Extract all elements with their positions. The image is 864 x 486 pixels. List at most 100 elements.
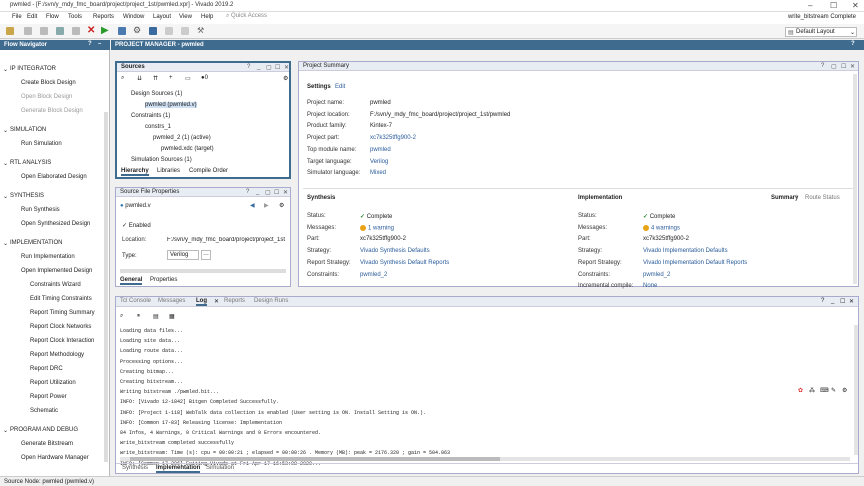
- menu-file[interactable]: File: [12, 14, 22, 20]
- tab-properties[interactable]: Properties: [150, 277, 177, 283]
- gear-icon[interactable]: ⚙: [283, 75, 288, 82]
- expand-all-icon[interactable]: ⇈: [153, 75, 158, 82]
- flow-item-report-clock-networks[interactable]: Report Clock Networks: [30, 324, 91, 330]
- settings-icon[interactable]: ⚙: [133, 25, 141, 36]
- flow-scrollbar[interactable]: [104, 112, 108, 462]
- menu-help[interactable]: Help: [201, 14, 213, 20]
- minimize-icon[interactable]: –: [808, 1, 812, 10]
- summary-value-link[interactable]: 4 warnings: [643, 224, 680, 231]
- close-icon[interactable]: ✕: [849, 298, 854, 305]
- maximize-icon[interactable]: ☐: [841, 63, 846, 70]
- flow-item-open-synthesized-design[interactable]: Open Synthesized Design: [21, 221, 90, 227]
- undo-icon[interactable]: [24, 27, 32, 35]
- chevron-down-icon[interactable]: ⌄: [3, 160, 8, 167]
- menu-edit[interactable]: Edit: [27, 14, 37, 20]
- flow-item-run-simulation[interactable]: Run Simulation: [21, 141, 62, 147]
- maximize-icon[interactable]: ☐: [275, 64, 280, 71]
- redo-icon[interactable]: [40, 27, 48, 35]
- punctuation-icon[interactable]: ⁂: [809, 387, 815, 394]
- minimize-icon[interactable]: _: [831, 298, 834, 304]
- log-horizontal-scrollbar[interactable]: [120, 457, 850, 461]
- summary-value-link[interactable]: None: [643, 283, 657, 289]
- tab-libraries[interactable]: Libraries: [157, 168, 180, 174]
- back-arrow-icon[interactable]: ◀: [250, 202, 255, 209]
- scrollbar-thumb[interactable]: [130, 457, 500, 461]
- document-icon[interactable]: ▭: [185, 75, 191, 82]
- chevron-down-icon[interactable]: ⌄: [3, 127, 8, 134]
- flow-item-report-clock-interaction[interactable]: Report Clock Interaction: [30, 338, 94, 344]
- program-device-icon[interactable]: [118, 27, 126, 35]
- more-button[interactable]: …: [201, 250, 211, 260]
- tab-route-status[interactable]: Route Status: [805, 195, 840, 201]
- enabled-checkbox[interactable]: ✓ Enabled: [122, 222, 151, 229]
- chevron-down-icon[interactable]: ⌄: [3, 66, 8, 73]
- add-icon[interactable]: +: [169, 75, 173, 81]
- tab-log[interactable]: Log: [196, 298, 207, 306]
- wand-icon[interactable]: ⚒: [197, 26, 204, 35]
- flow-item-open-implemented-design[interactable]: Open Implemented Design: [21, 268, 92, 274]
- summary-value-link[interactable]: pwmled: [370, 147, 391, 153]
- paste-icon[interactable]: [72, 27, 80, 35]
- tab-hierarchy[interactable]: Hierarchy: [121, 168, 149, 176]
- menu-tools[interactable]: Tools: [68, 14, 82, 20]
- menu-flow[interactable]: Flow: [46, 14, 59, 20]
- tab-compile-order[interactable]: Compile Order: [189, 168, 228, 174]
- source-tree-item[interactable]: pwmled_2 (1) (active): [153, 135, 211, 141]
- tool-icon-2[interactable]: [181, 27, 189, 35]
- sigma-report-icon[interactable]: [149, 27, 157, 35]
- flow-item-run-implementation[interactable]: Run Implementation: [21, 254, 75, 260]
- tab-simulation[interactable]: Simulation: [206, 465, 234, 471]
- flow-item-generate-block-design[interactable]: Generate Block Design: [21, 108, 83, 114]
- source-tree-item[interactable]: constrs_1: [145, 124, 171, 130]
- chevron-down-icon[interactable]: ⌄: [3, 193, 8, 200]
- open-project-icon[interactable]: [6, 27, 14, 35]
- summary-value-link[interactable]: Vivado Implementation Default Reports: [643, 260, 747, 266]
- menu-window[interactable]: Window: [123, 14, 144, 20]
- tab-synthesis[interactable]: Synthesis: [122, 465, 148, 471]
- summary-scrollbar[interactable]: [853, 74, 857, 284]
- flow-item-run-synthesis[interactable]: Run Synthesis: [21, 207, 60, 213]
- tab-summary[interactable]: Summary: [771, 195, 798, 201]
- flow-item-create-block-design[interactable]: Create Block Design: [21, 80, 76, 86]
- flow-item-constraints-wizard[interactable]: Constraints Wizard: [30, 282, 81, 288]
- close-icon[interactable]: ✕: [850, 63, 855, 70]
- gear-icon[interactable]: ⚙: [279, 202, 284, 209]
- menu-reports[interactable]: Reports: [93, 14, 114, 20]
- search-icon[interactable]: ⌕: [121, 75, 124, 82]
- log-vertical-scrollbar[interactable]: [854, 325, 858, 455]
- maximize-icon[interactable]: ☐: [840, 298, 845, 305]
- help-icon[interactable]: ?: [821, 63, 824, 69]
- copy-icon[interactable]: [56, 27, 64, 35]
- pause-icon[interactable]: ⏸: [137, 313, 140, 320]
- source-tree-item[interactable]: Design Sources (1): [131, 91, 182, 97]
- help-icon[interactable]: ?: [821, 298, 824, 304]
- ime-icon[interactable]: ✿: [798, 387, 803, 394]
- summary-value-link[interactable]: pwmled_2: [360, 272, 387, 278]
- minimize-icon[interactable]: _: [256, 189, 259, 195]
- menu-view[interactable]: View: [179, 14, 192, 20]
- flow-item-schematic[interactable]: Schematic: [30, 408, 58, 414]
- flow-item-open-elaborated-design[interactable]: Open Elaborated Design: [21, 174, 87, 180]
- chevron-down-icon[interactable]: ⌄: [3, 240, 8, 247]
- help-icon[interactable]: ?: [88, 41, 92, 47]
- source-tree-item[interactable]: pwmled (pwmled.v): [145, 102, 197, 108]
- minimize-panel-icon[interactable]: –: [98, 41, 101, 47]
- summary-value-link[interactable]: Vivado Synthesis Defaults: [360, 248, 430, 254]
- summary-value-link[interactable]: 1 warning: [360, 224, 394, 231]
- keyboard-icon[interactable]: ⌨: [820, 387, 829, 394]
- flow-item-report-methodology[interactable]: Report Methodology: [30, 352, 84, 358]
- chevron-down-icon[interactable]: ⌄: [3, 427, 8, 434]
- help-icon[interactable]: ?: [246, 189, 249, 195]
- minimize-icon[interactable]: _: [257, 64, 260, 70]
- source-tree-item[interactable]: Simulation Sources (1): [131, 157, 192, 163]
- flow-item-report-drc[interactable]: Report DRC: [30, 366, 63, 372]
- restore-icon[interactable]: ▢: [831, 63, 837, 70]
- restore-icon[interactable]: ▢: [266, 64, 272, 71]
- copy-icon[interactable]: ▤: [153, 313, 159, 320]
- summary-value-link[interactable]: pwmled_2: [643, 272, 670, 278]
- cancel-run-icon[interactable]: ✕: [87, 25, 95, 36]
- flow-item-open-hardware-manager[interactable]: Open Hardware Manager: [21, 455, 89, 461]
- close-icon[interactable]: ✕: [852, 1, 859, 10]
- flow-item-report-utilization[interactable]: Report Utilization: [30, 380, 76, 386]
- restore-icon[interactable]: ▢: [265, 189, 271, 196]
